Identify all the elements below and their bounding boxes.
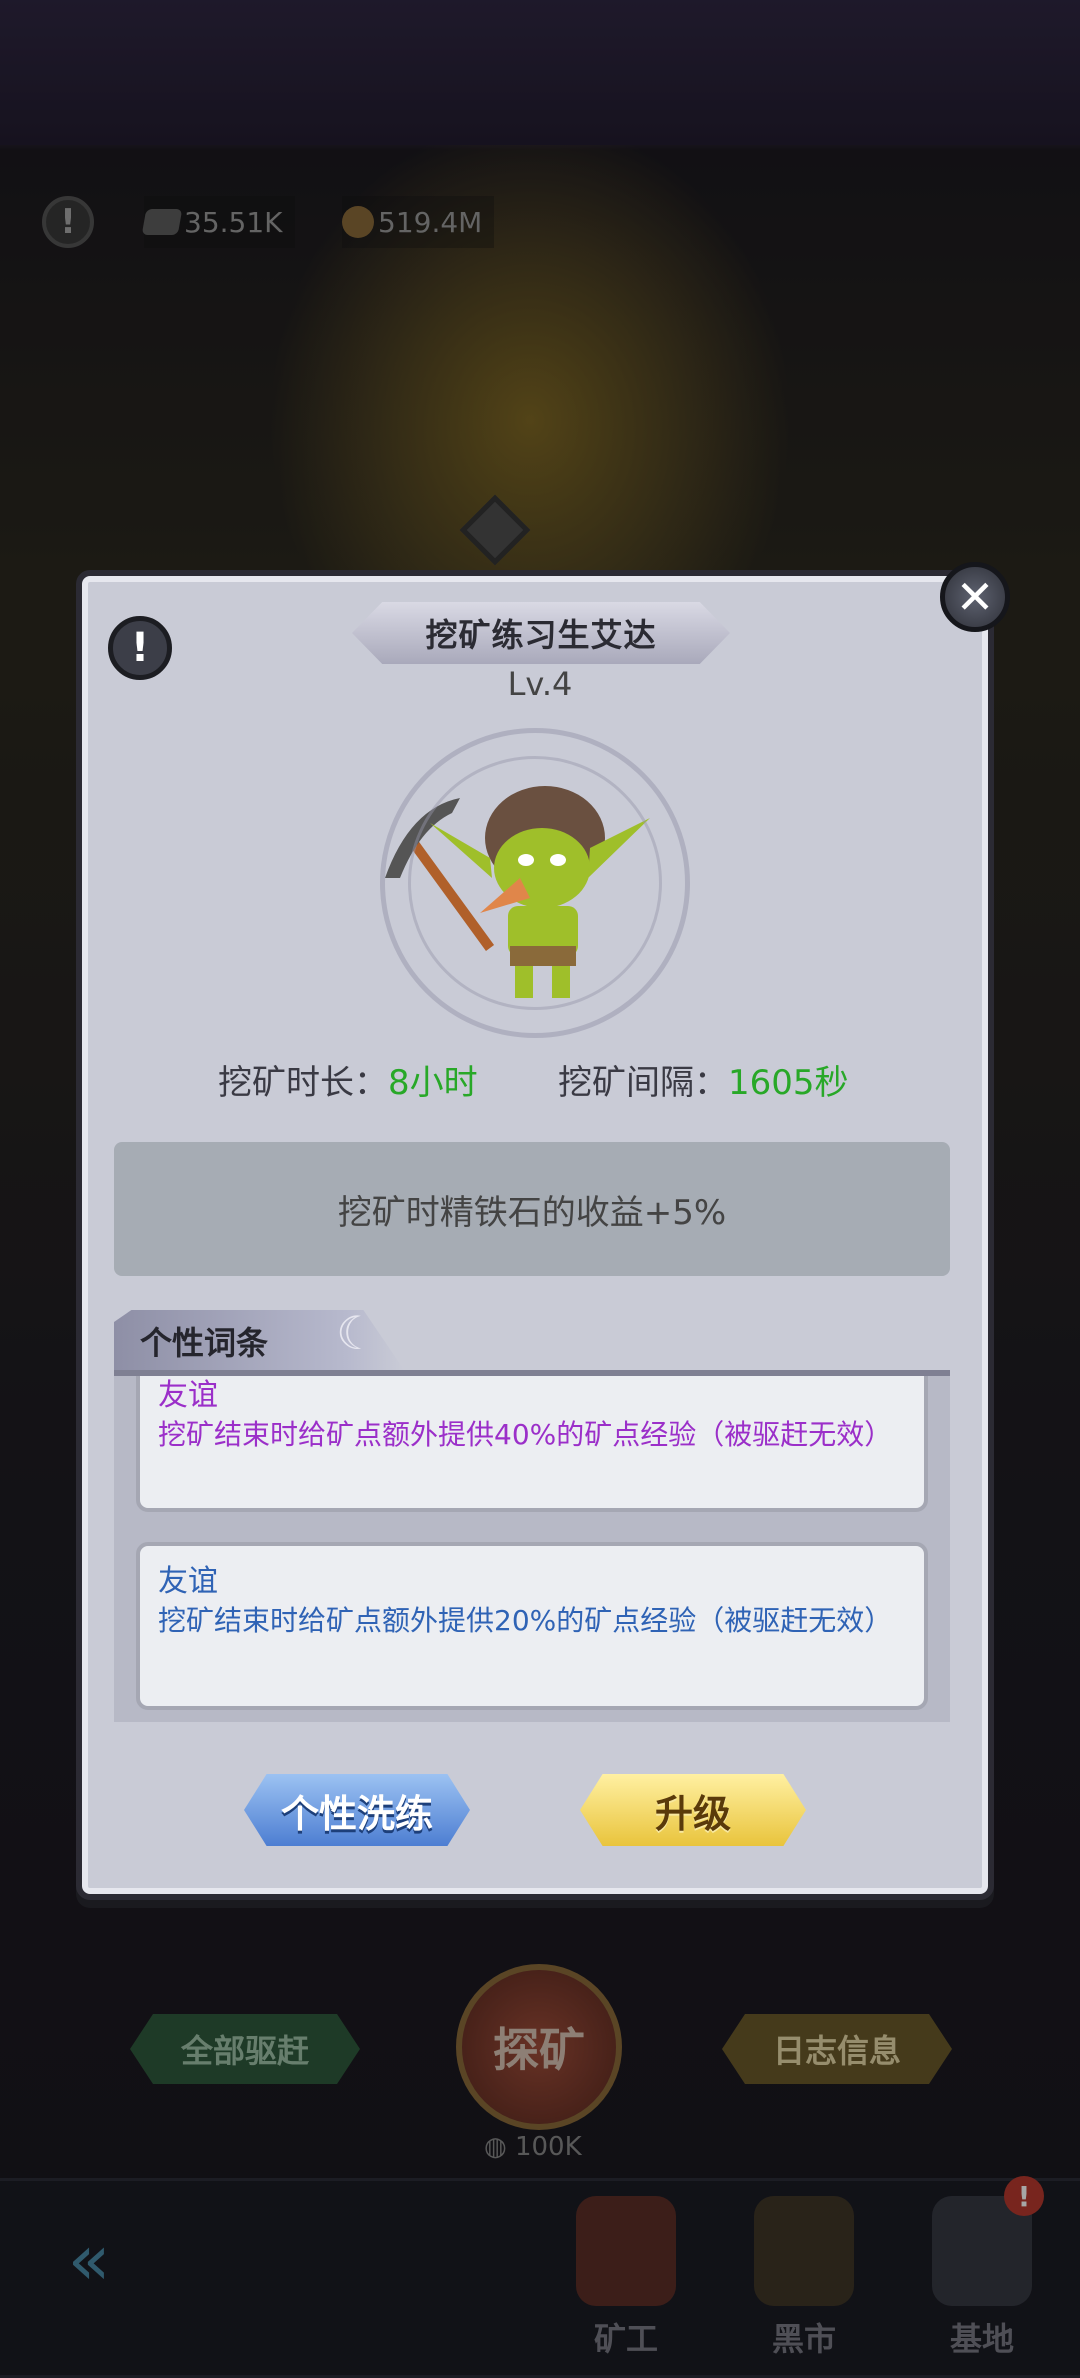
title-plate: 挖矿练习生艾达 [352, 602, 730, 664]
upgrade-button[interactable]: 升级 [580, 1774, 806, 1846]
section-title: 个性词条 [140, 1324, 269, 1362]
trait-description: 挖矿结束时给矿点额外提供40%的矿点经验（被驱赶无效） [158, 1418, 893, 1451]
interval-value: 1605秒 [728, 1063, 849, 1103]
trait-description: 挖矿结束时给矿点额外提供20%的矿点经验（被驱赶无效） [158, 1604, 893, 1637]
duration-stat: 挖矿时长：8小时 [218, 1055, 478, 1104]
interval-label: 挖矿间隔： [558, 1063, 728, 1103]
moon-icon: ☾ [336, 1306, 378, 1360]
miner-portrait [380, 728, 690, 1038]
bonus-description: 挖矿时精铁石的收益+5% [114, 1142, 950, 1276]
trait-name: 友谊 [158, 1378, 218, 1413]
trait-card: 友谊 挖矿结束时给矿点额外提供20%的矿点经验（被驱赶无效） [136, 1542, 928, 1710]
magic-circle-inner [408, 756, 662, 1010]
miner-level: Lv.4 [507, 665, 573, 703]
trait-card: 友谊 挖矿结束时给矿点额外提供40%的矿点经验（被驱赶无效） [136, 1376, 928, 1512]
trait-list[interactable]: 友谊 挖矿结束时给矿点额外提供40%的矿点经验（被驱赶无效） 友谊 挖矿结束时给… [114, 1376, 950, 1722]
interval-stat: 挖矿间隔：1605秒 [558, 1055, 849, 1104]
miner-name: 挖矿练习生艾达 [425, 616, 657, 654]
trait-name: 友谊 [158, 1564, 218, 1599]
reroll-traits-button[interactable]: 个性洗练 [244, 1774, 470, 1846]
close-icon[interactable]: ✕ [940, 562, 1010, 632]
duration-label: 挖矿时长： [218, 1063, 388, 1103]
duration-value: 8小时 [388, 1063, 478, 1103]
